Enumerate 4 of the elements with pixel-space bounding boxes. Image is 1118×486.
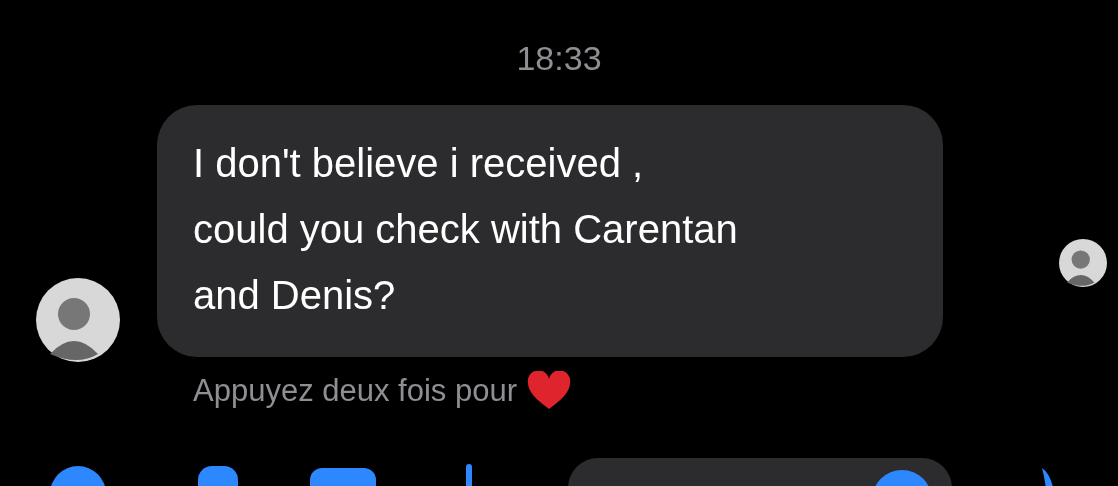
message-bubble[interactable]: I don't believe i received , could you check with Carentan and Denis? <box>157 105 943 357</box>
timestamp: 18:33 <box>516 38 602 78</box>
heart-icon[interactable] <box>527 371 571 411</box>
reaction-hint: Appuyez deux fois pour <box>193 373 517 409</box>
